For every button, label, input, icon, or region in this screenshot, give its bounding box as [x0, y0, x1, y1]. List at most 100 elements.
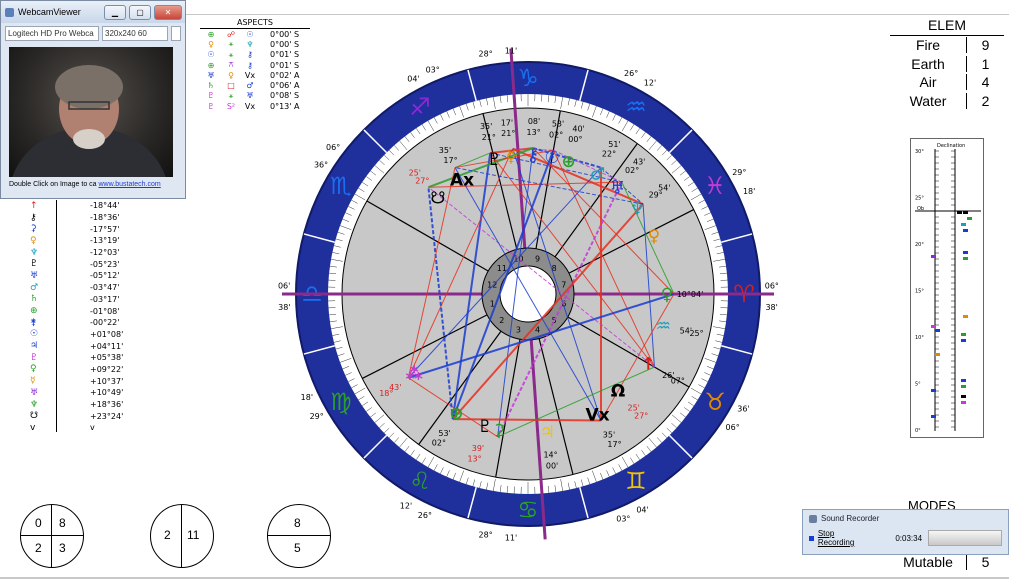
planet-minute-label: 27°	[634, 411, 648, 420]
planet-icon[interactable]: ♅	[610, 179, 625, 199]
cusp-degree-label: 12'	[644, 79, 656, 88]
element-row: Fire 9	[890, 36, 1004, 55]
planet-icon[interactable]: ⚳	[493, 421, 505, 441]
webcam-video[interactable]	[9, 47, 173, 267]
planet-icon[interactable]: Ax	[450, 171, 474, 191]
stop-recording-button[interactable]: Stop Recording	[809, 529, 871, 547]
zodiac-sign-icon: ♒	[625, 93, 647, 121]
planet-icon[interactable]: ♃	[540, 423, 555, 443]
minimize-button[interactable]: ▁	[104, 4, 126, 20]
cusp-degree-label: 26°	[418, 511, 432, 520]
element-row: Earth 1	[890, 55, 1004, 74]
planet-icon[interactable]: ♂	[590, 165, 605, 185]
zodiac-sign-icon: ♍	[330, 388, 352, 416]
webcam-title: WebcamViewer	[18, 7, 81, 17]
natal-chart-svg[interactable]: ♓♒♑♐♏♎♍♌♋♊♉♈123 45678910111228° 11'26°12'2…	[278, 46, 779, 543]
planet-icon[interactable]: ⊕	[562, 152, 576, 172]
planet-icon[interactable]: ☉	[545, 148, 560, 168]
declination-planet-icon: ☋	[30, 411, 38, 422]
planet-icon[interactable]: Ω	[611, 382, 625, 402]
planet-minute-label: 40'	[572, 125, 584, 134]
declination-value: -17°57'	[90, 224, 120, 234]
planet-minute-label: 18°	[379, 389, 393, 398]
declination-row: ☋ +23°24'	[24, 410, 124, 422]
declination-value: -03°47'	[90, 283, 120, 293]
declination-value: -13°19'	[90, 236, 120, 246]
declination-value: +04°11'	[90, 341, 124, 351]
cusp-degree-label: 03°	[426, 65, 440, 74]
planet-minute-label: 02°	[432, 438, 446, 447]
declination-row: ↑ -18°44'	[24, 200, 124, 212]
sound-recorder-window[interactable]: Sound Recorder Stop Recording 0:03:34	[802, 509, 1009, 555]
planet-minute-label: 17°	[607, 440, 621, 449]
declination-tick-label: 30°	[915, 149, 924, 155]
quadrant-top-right: 8	[59, 516, 66, 530]
aspect-line	[452, 418, 602, 422]
planet-degree-label: 17°	[443, 156, 457, 165]
declination-row: ⚳ -17°57'	[24, 223, 124, 235]
elements-table: ELEM Fire 9 Earth 1 Air 4 Water 2	[890, 17, 1004, 110]
declination-row: ♅ +10°49'	[24, 387, 124, 399]
declination-value: -05°23'	[90, 259, 120, 269]
cusp-degree-label: 04'	[636, 505, 648, 514]
declination-tick-label: 5°	[915, 382, 921, 388]
sound-recorder-title: Sound Recorder	[821, 514, 880, 523]
natal-chart-wheel[interactable]: ♓ ♒ ♑ ♐ ♏ ♎ ♍ ♌ ♋ ♊ ♉ ♈ 1 2 3 4 5 6 7 8 9 10 11 12 28° 11' 26° 12' 2…	[278, 46, 779, 543]
declination-row: ⊕ -01°08'	[24, 305, 124, 317]
declination-tick-label: 25°	[915, 196, 924, 202]
declination-tick-label: 20°	[915, 242, 924, 248]
declination-planet-mark	[963, 251, 968, 254]
declination-planet-icon: ↑	[30, 200, 38, 211]
element-name: Air	[890, 74, 967, 91]
planet-icon[interactable]: ♀	[661, 285, 673, 305]
declination-row: ♃ +04°11'	[24, 340, 124, 352]
planet-icon[interactable]: ☋	[430, 188, 445, 208]
planet-icon[interactable]: ♇	[487, 150, 502, 170]
planet-icon[interactable]: ☿	[506, 147, 516, 167]
extra-button[interactable]	[171, 26, 181, 41]
planet-minute-label: 13°	[467, 455, 481, 464]
planet-degree-label: 02°	[625, 166, 639, 175]
cusp-degree-label: 18'	[301, 393, 313, 402]
webcam-titlebar[interactable]: WebcamViewer ▁ ▢ ✕	[1, 1, 185, 23]
camera-device-select[interactable]: Logitech HD Pro Webca	[5, 26, 99, 41]
cusp-degree-label: 38'	[278, 303, 290, 312]
close-button[interactable]: ✕	[154, 4, 182, 20]
element-count: 9	[981, 37, 990, 54]
cusp-degree-label: 28°	[479, 530, 493, 539]
maximize-button[interactable]: ▢	[129, 4, 151, 20]
planet-icon[interactable]: ♒	[656, 316, 671, 336]
planet-icon[interactable]: ♆	[630, 199, 645, 219]
planet-icon[interactable]: ♇	[477, 417, 492, 437]
declination-planet-icon: ♅	[30, 387, 39, 398]
planet-degree-label: 27°	[415, 177, 429, 186]
cusp-degree-label: 36°	[314, 161, 328, 170]
declination-value: -05°12'	[90, 271, 120, 281]
planet-icon[interactable]: Vx	[585, 405, 609, 425]
recording-level-bar	[928, 530, 1002, 546]
aspect-type-icon: S²	[226, 101, 236, 111]
declination-planet-icon: ♄	[30, 294, 39, 305]
planet-icon[interactable]: ⊕	[449, 404, 463, 424]
cusp-degree-label: 26°	[624, 69, 638, 78]
planet-minute-label: 51'	[608, 140, 620, 149]
webcam-app-icon	[5, 7, 14, 17]
planet-degree-label: 39'	[472, 444, 484, 453]
planet-minute-label: 08'	[528, 117, 540, 126]
declination-planet-mark	[963, 257, 968, 260]
aspect-planet-1-icon: ♅	[207, 70, 215, 80]
declination-strip-svg: Declination 30° 25° 20° 15° 10° 5° 0° Ob	[915, 143, 981, 434]
planet-icon[interactable]: ⁂	[405, 365, 423, 385]
close-icon: ✕	[164, 7, 172, 17]
declination-planet-mark	[963, 229, 968, 232]
resolution-select[interactable]: 320x240 60	[102, 26, 168, 41]
bustatech-link[interactable]: www.bustatech.com	[99, 181, 161, 188]
declination-value: +10°49'	[90, 388, 124, 398]
planet-icon[interactable]: ↑	[641, 355, 655, 375]
webcam-viewer-window[interactable]: WebcamViewer ▁ ▢ ✕ Logitech HD Pro Webca…	[0, 0, 186, 267]
aspect-planet-2-icon: Vx	[244, 101, 256, 111]
declination-planet-mark	[961, 395, 966, 398]
declination-value: +09°22'	[90, 364, 124, 374]
planet-icon[interactable]: ♀	[648, 226, 660, 246]
planet-icon[interactable]: ⚷	[527, 146, 539, 166]
